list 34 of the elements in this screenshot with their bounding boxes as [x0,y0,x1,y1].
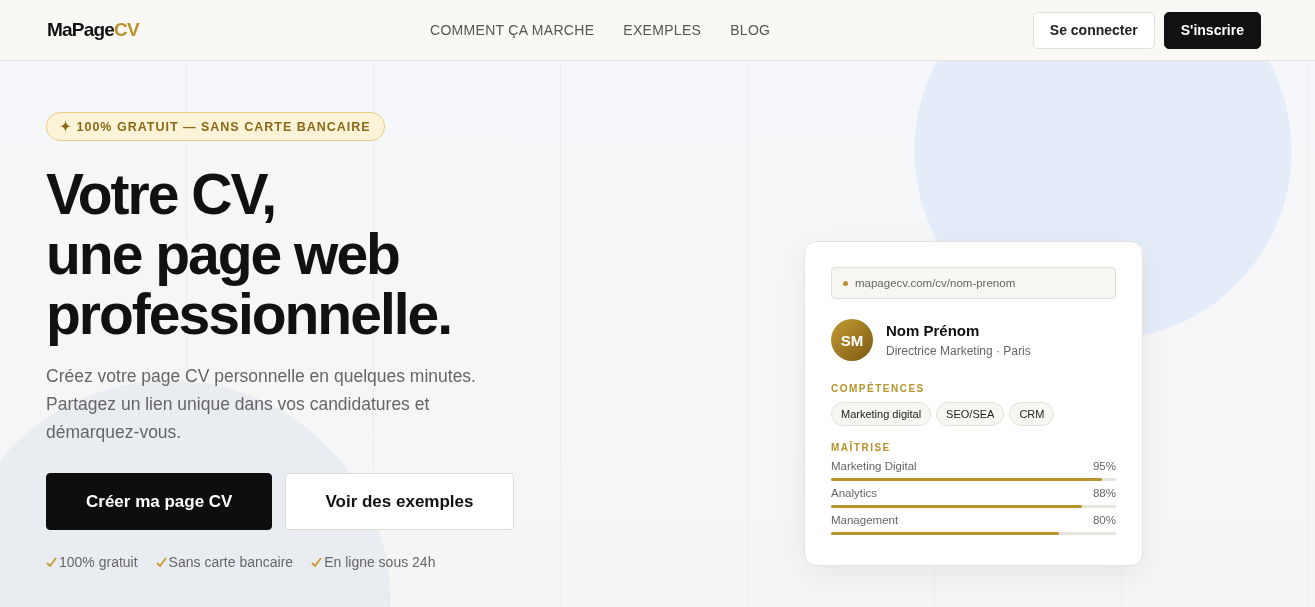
create-cv-button[interactable]: Créer ma page CV [46,473,273,530]
skill-tag: CRM [1009,402,1055,426]
skill-label: Marketing Digital [831,460,917,472]
avatar: SM [831,319,873,361]
nav-link[interactable]: COMMENT ÇA MARCHE [430,22,595,38]
perk-label: 100% gratuit [59,554,138,570]
nav-link[interactable]: EXEMPLES [623,22,702,38]
person-role: Directrice Marketing · Paris [886,344,1031,358]
check-icon [155,556,167,568]
skill-label: Analytics [831,487,878,499]
login-button[interactable]: Se connecter [1032,11,1155,49]
person-name: Nom Prénom [886,322,981,339]
skill-label: Management [831,514,899,526]
section-heading: COMPÉTENCES [831,383,926,394]
skill-tag: SEO/SEA [936,402,1005,426]
check-icon [311,556,323,568]
skill-percent: 88% [1092,487,1116,499]
perk-label: Sans carte bancaire [168,554,294,570]
promo-badge: ✦ 100% GRATUIT — SANS CARTE BANCAIRE [46,112,385,141]
skill-percent: 95% [1092,460,1116,472]
headline: une page web [46,224,400,284]
check-icon [46,556,57,568]
examples-button[interactable]: Voir des exemples [285,473,514,530]
url-text: mapagecv.com/cv/nom-prenom [855,277,1016,289]
perk-label: En ligne sous 24h [324,554,436,570]
headline: Votre CV, [46,164,277,224]
skill-tag: Marketing digital [831,402,932,426]
subtitle: Créez votre page CV personnelle en quelques minutes. Partagez un lien unique dans vos candidatures et démarquez-vous. [46,365,476,444]
skill-percent: 80% [1092,514,1116,526]
signup-button[interactable]: S'inscrire [1163,11,1261,49]
nav-link[interactable]: BLOG [730,22,771,38]
dot-icon [843,280,848,286]
section-heading: MAÎTRISE [831,442,892,453]
logo[interactable]: MaPageCV [47,19,430,41]
